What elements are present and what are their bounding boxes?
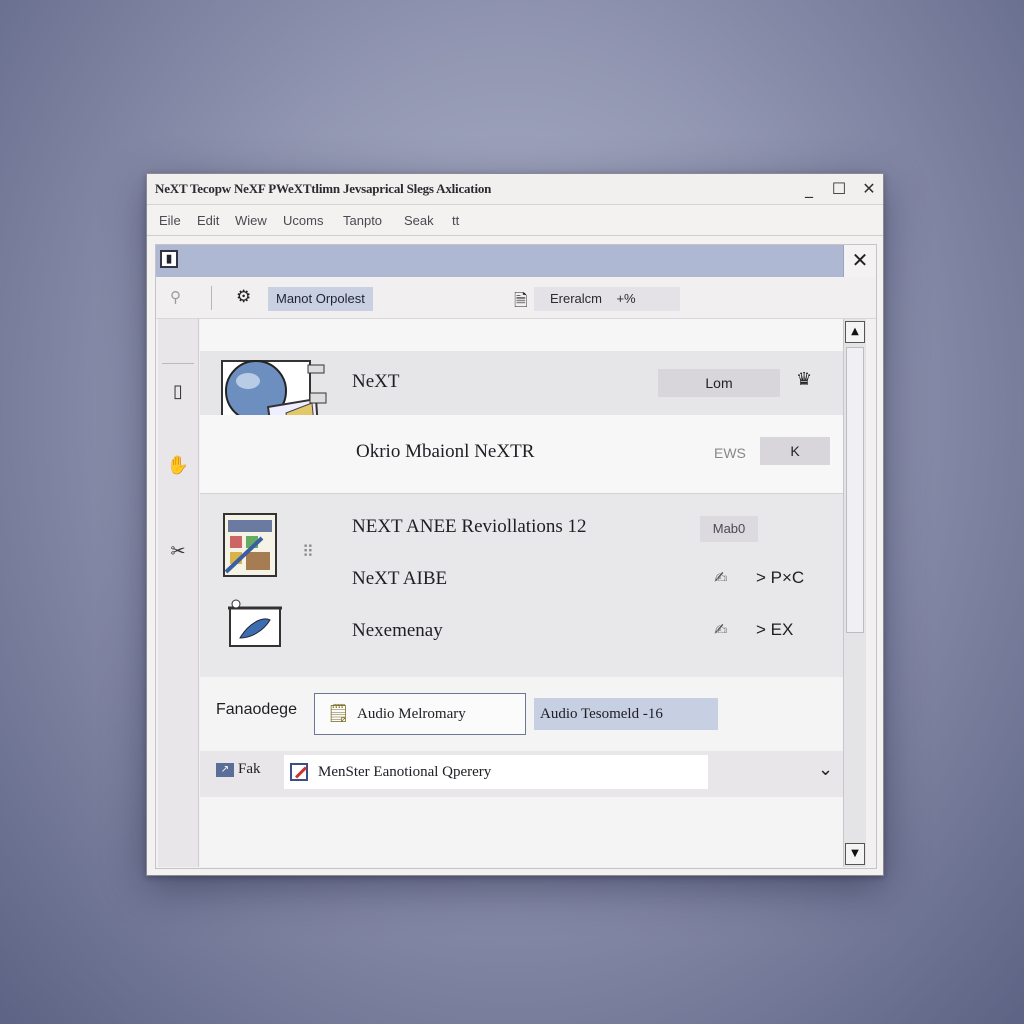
- item-action-label: P×C: [770, 568, 805, 587]
- dropdown-select[interactable]: MenSter Eanotional Qperery: [284, 755, 708, 789]
- list-row-next[interactable]: NeXT Lom ♛: [200, 351, 848, 477]
- dropdown-value: MenSter Eanotional Qperery: [318, 764, 492, 780]
- lom-button[interactable]: Lom: [658, 369, 780, 397]
- menu-seak[interactable]: Seak: [404, 213, 434, 228]
- dropdown-label: Fak: [238, 761, 261, 777]
- scroll-thumb[interactable]: [846, 347, 864, 633]
- sidebar: ▯ ✋ ✂: [158, 319, 199, 867]
- panel-close-icon[interactable]: ✕: [843, 245, 876, 277]
- document-icon[interactable]: 🗎: [514, 288, 528, 317]
- dropdown-prefix[interactable]: ↗ Fak: [216, 761, 261, 778]
- menu-edit[interactable]: Edit: [197, 213, 219, 228]
- row-tag: EWS: [714, 445, 746, 461]
- window-title: NeXT Tecopw NeXF PWeXTtlimn Jevsaprical …: [155, 181, 492, 196]
- menu-file[interactable]: Eile: [159, 213, 181, 228]
- dropdown-row: ↗ Fak MenSter Eanotional Qperery ⌄: [200, 751, 848, 797]
- tool-icon[interactable]: ⚙: [236, 287, 251, 307]
- toolbar-label[interactable]: Manot Orpolest: [268, 287, 373, 311]
- sidebar-divider: [162, 363, 194, 364]
- form-label: Fanaodege: [216, 701, 297, 718]
- item-action[interactable]: > P×C: [756, 568, 804, 588]
- row-title: NeXT: [352, 371, 400, 392]
- item-title: NeXT AIBE: [352, 568, 448, 589]
- scroll-down-icon[interactable]: ▼: [845, 843, 865, 865]
- pin-icon[interactable]: ⚲: [170, 288, 181, 306]
- chart-icon: ↗: [216, 762, 234, 777]
- item-action-label: EX: [770, 620, 794, 639]
- audio-memory-button[interactable]: 🗒 Audio Melromary: [314, 693, 526, 735]
- panel-icon: ▮: [160, 250, 178, 268]
- content-area: NeXT Lom ♛ Okrio Mbaionl NeXTR EWS K ⠿ N…: [200, 319, 848, 867]
- menu-tanpto[interactable]: Tanpto: [343, 213, 382, 228]
- row-title: Okrio Mbaionl NeXTR: [356, 441, 535, 462]
- close-icon[interactable]: ✕: [857, 177, 881, 201]
- audio-tesomeld-button[interactable]: Audio Tesomeld -16: [534, 698, 718, 730]
- item-title: Nexemenay: [352, 620, 443, 641]
- vertical-scrollbar[interactable]: ▲ ▼: [843, 319, 866, 867]
- status-text: Ereralcm: [550, 291, 603, 306]
- menu-view[interactable]: Wiew: [235, 213, 267, 228]
- drag-handle-icon[interactable]: ⠿: [302, 542, 316, 561]
- gesture-icon[interactable]: ✍: [714, 620, 727, 639]
- people-icon[interactable]: ♛: [796, 369, 812, 390]
- form-area: Fanaodege 🗒 Audio Melromary Audio Tesome…: [200, 677, 848, 867]
- toolbar-divider: [211, 286, 212, 310]
- edit-icon: [290, 763, 308, 781]
- gesture-icon[interactable]: ✍: [714, 568, 727, 587]
- item-action[interactable]: > EX: [756, 620, 793, 640]
- row-action-button[interactable]: K: [760, 437, 830, 465]
- status-extra: +%: [616, 291, 636, 306]
- panel-header: ▮ ✕: [156, 245, 876, 277]
- item-title: NEXT ANEE Reviollations 12: [352, 516, 587, 537]
- feather-window-icon: [228, 599, 282, 647]
- menu-extra[interactable]: tt: [452, 213, 459, 228]
- sidebar-hand-icon[interactable]: ✋: [158, 455, 198, 476]
- application-window: NeXT Tecopw NeXF PWeXTtlimn Jevsaprical …: [146, 173, 884, 876]
- minimize-icon[interactable]: _: [797, 177, 821, 201]
- palette-app-icon: [223, 513, 277, 577]
- toolbar-status[interactable]: Ereralcm +%: [534, 287, 680, 311]
- button-label: Audio Melromary: [357, 706, 466, 722]
- document-panel: ▮ ✕ ⚲ ⚙ Manot Orpolest 🗎 Ereralcm +% ▯ ✋…: [155, 244, 877, 869]
- item-chip[interactable]: Mab0: [700, 516, 758, 542]
- chevron-down-icon[interactable]: ⌄: [818, 759, 833, 780]
- maximize-icon[interactable]: ☐: [827, 177, 851, 201]
- menu-bar: Eile Edit Wiew Ucoms Tanpto Seak tt: [147, 205, 883, 236]
- sidebar-tools-icon[interactable]: ✂: [158, 541, 198, 562]
- title-bar[interactable]: NeXT Tecopw NeXF PWeXTtlimn Jevsaprical …: [147, 174, 883, 205]
- note-icon: 🗒: [327, 703, 350, 724]
- scroll-up-icon[interactable]: ▲: [845, 321, 865, 343]
- item-group: ⠿ NEXT ANEE Reviollations 12 Mab0 NeXT A…: [200, 493, 848, 678]
- sidebar-page-icon[interactable]: ▯: [158, 381, 198, 402]
- toolbar: ⚲ ⚙ Manot Orpolest 🗎 Ereralcm +%: [156, 278, 876, 319]
- menu-ucoms[interactable]: Ucoms: [283, 213, 323, 228]
- list-row-mbaionl[interactable]: Okrio Mbaionl NeXTR EWS K: [200, 415, 848, 493]
